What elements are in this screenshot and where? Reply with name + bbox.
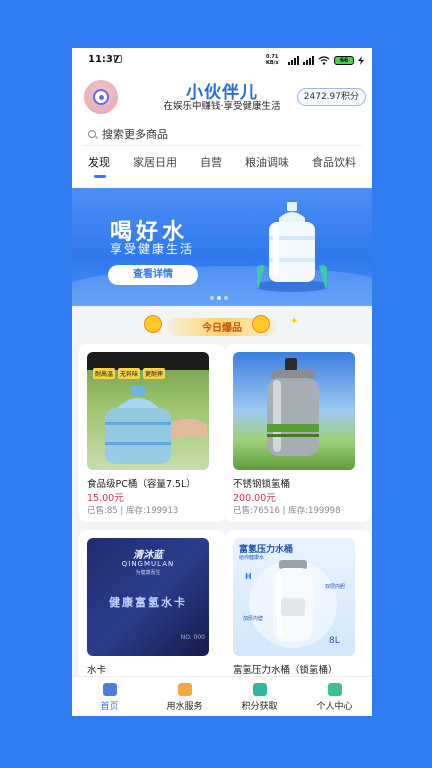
nav-home[interactable]: 首页 <box>72 677 147 716</box>
nav-water-service-label: 用水服务 <box>166 702 203 712</box>
nav-earn-points-label: 积分获取 <box>241 702 278 712</box>
product-card[interactable]: 不锈钢锁氢桶 200.00元 已售:76516 | 库存:199998 <box>225 344 371 522</box>
product-name: 食品级PC桶（容量7.5L） <box>87 479 196 490</box>
battery-icon: 66 <box>334 55 354 65</box>
banner-details-button[interactable]: 查看详情 <box>108 265 198 285</box>
nav-profile-label: 个人中心 <box>316 702 353 712</box>
bottom-nav: 首页 用水服务 积分获取 个人中心 <box>72 676 372 716</box>
product-image: 耐高温 无异味 更耐摔 <box>87 352 209 470</box>
product-image: 富氢压力水桶 给你健康水 H 双层内胆 加厚内壁 8L <box>233 538 355 656</box>
product-sales-stock: 已售:76516 | 库存:199998 <box>233 506 341 516</box>
product-sales-stock: 已售:85 | 库存:199913 <box>87 506 179 516</box>
product-card[interactable]: 耐高温 无异味 更耐摔 食品级PC桶（容量7.5L） 15.00元 已售:85 … <box>79 344 225 522</box>
product-card[interactable]: 清沐蓝 QINGMULAN 为健康而生 健康富氢水卡 NO. 000 水卡 <box>79 530 225 680</box>
tab-discover[interactable]: 发现 <box>88 154 110 184</box>
home-icon <box>102 683 117 696</box>
charging-icon <box>358 55 364 65</box>
product-name: 不锈钢锁氢桶 <box>233 479 291 490</box>
card-title: 健康富氢水卡 <box>109 596 187 609</box>
nav-earn-points[interactable]: 积分获取 <box>222 677 297 716</box>
product-price: 200.00元 <box>233 493 276 504</box>
banner-pagination <box>210 296 228 300</box>
tab-grain-oil[interactable]: 粮油调味 <box>245 154 289 184</box>
volume-label: 8L <box>329 636 340 646</box>
points-badge[interactable]: 2472.97积分 <box>296 88 366 106</box>
signal-icon-2 <box>303 55 314 65</box>
feature-label-inner: 双层内胆 <box>325 584 346 590</box>
search-icon <box>88 130 96 138</box>
status-bar: 11:37 0.71 KB/s 66 <box>72 48 372 72</box>
page-dot-active[interactable] <box>217 296 221 300</box>
feature-label-wall: 加厚内壁 <box>243 616 264 622</box>
nav-profile[interactable]: 个人中心 <box>297 677 372 716</box>
card-slogan: 为健康而生 <box>135 570 161 576</box>
signal-icon <box>288 55 299 65</box>
banner-tagline: 享受健康生活 <box>110 242 195 256</box>
tab-food-drinks[interactable]: 食品饮料 <box>312 154 356 184</box>
app-screen: 11:37 0.71 KB/s 66 小伙伴儿 在娱乐中赚钱·享受健康生活 24… <box>72 48 372 716</box>
product-price: 15.00元 <box>87 493 124 504</box>
card-brand: 清沐蓝 <box>133 550 163 561</box>
card-number: NO. 000 <box>180 634 205 641</box>
page-dot[interactable] <box>210 296 214 300</box>
task-icon <box>252 683 267 696</box>
net-speed: 0.71 KB/s <box>266 54 279 66</box>
tab-self-operated[interactable]: 自营 <box>200 154 222 184</box>
page-dot[interactable] <box>224 296 228 300</box>
hot-today-header: ✦ 今日爆品 <box>72 306 372 346</box>
search-input[interactable]: 搜索更多商品 <box>102 126 168 142</box>
product-card[interactable]: 富氢压力水桶 给你健康水 H 双层内胆 加厚内壁 8L 富氢压力水桶（锁氢桶） <box>225 530 371 680</box>
card-brand-en: QINGMULAN <box>121 560 175 568</box>
profile-icon <box>327 683 342 696</box>
product-image <box>233 352 355 470</box>
category-tabs: 发现 家居日用 自营 粮油调味 食品饮料 <box>72 154 372 184</box>
product-name: 富氢压力水桶（锁氢桶） <box>233 665 338 676</box>
hot-today-label: 今日爆品 <box>202 323 242 334</box>
hydrogen-label: H <box>245 572 252 581</box>
tab-home-goods[interactable]: 家居日用 <box>133 154 177 184</box>
nav-home-label: 首页 <box>100 702 119 712</box>
water-jug-illustration <box>105 386 207 464</box>
water-bottle-illustration <box>257 202 327 292</box>
nav-water-service[interactable]: 用水服务 <box>147 677 222 716</box>
wallet-icon <box>177 683 192 696</box>
search-bar[interactable]: 搜索更多商品 <box>82 122 362 146</box>
notification-icon <box>114 55 122 63</box>
steel-bucket-illustration <box>267 358 319 456</box>
product-name: 水卡 <box>87 665 107 676</box>
app-header: 小伙伴儿 在娱乐中赚钱·享受健康生活 2472.97积分 搜索更多商品 发现 家… <box>72 72 372 188</box>
wifi-icon <box>318 55 330 65</box>
product-image: 清沐蓝 QINGMULAN 为健康而生 健康富氢水卡 NO. 000 <box>87 538 209 656</box>
promo-banner[interactable]: 喝好水 享受健康生活 查看详情 <box>72 188 372 306</box>
